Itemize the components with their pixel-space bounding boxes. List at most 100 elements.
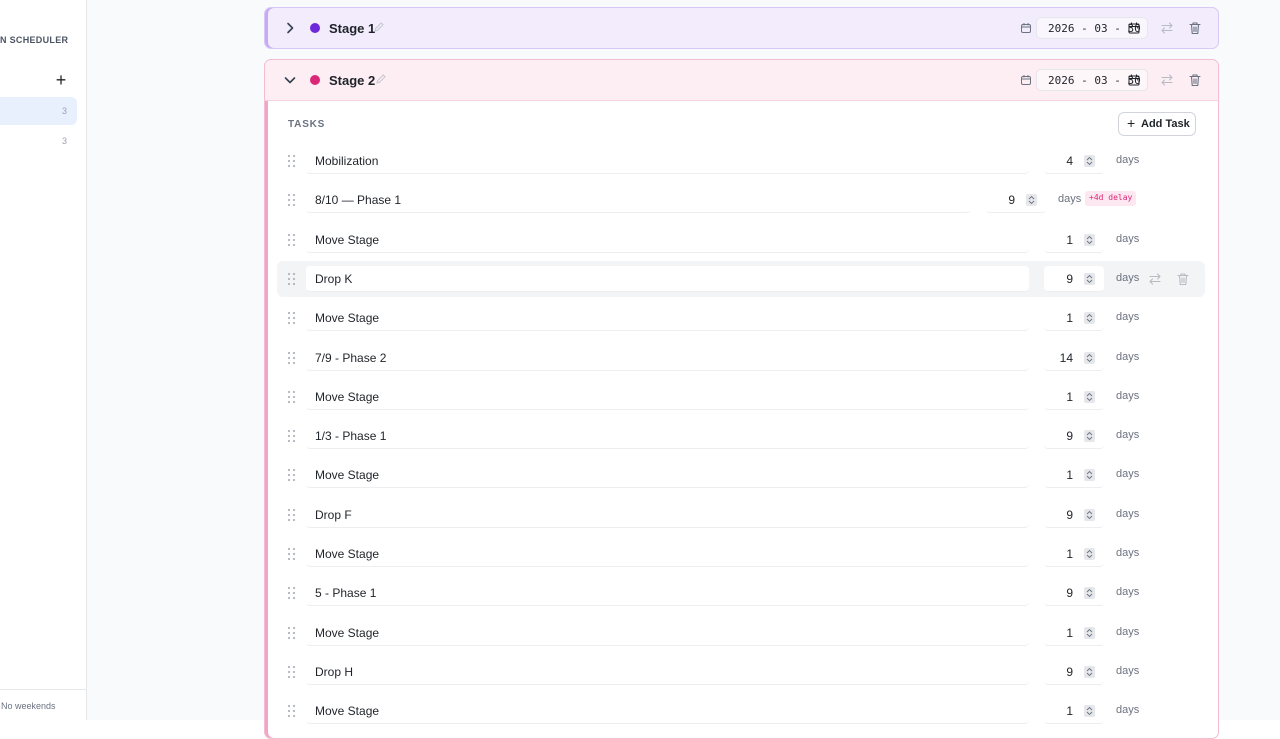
- duration-stepper[interactable]: [1084, 351, 1095, 364]
- task-duration-input[interactable]: 1: [1044, 619, 1104, 646]
- task-name: 8/10 — Phase 1: [315, 193, 402, 208]
- duration-stepper[interactable]: [1084, 705, 1095, 718]
- stage-color-dot: [310, 75, 320, 85]
- drag-handle-icon[interactable]: [287, 311, 296, 325]
- task-duration-input[interactable]: 9: [1044, 580, 1104, 607]
- drag-handle-icon[interactable]: [287, 429, 296, 443]
- drag-handle-icon[interactable]: [287, 233, 296, 247]
- pencil-icon[interactable]: [375, 73, 387, 85]
- chevron-right-icon[interactable]: [282, 20, 298, 36]
- task-row[interactable]: Move Stage 1 days: [277, 536, 1205, 572]
- task-duration-input[interactable]: 9: [1044, 265, 1104, 292]
- duration-stepper[interactable]: [1084, 155, 1095, 167]
- task-duration-input[interactable]: 1: [1044, 305, 1104, 332]
- stage-header[interactable]: Stage 1 2026 - 03 - 30: [265, 8, 1218, 48]
- task-name-input[interactable]: Drop K: [306, 265, 1029, 292]
- task-name-input[interactable]: Drop F: [306, 501, 1029, 528]
- stage-start-date[interactable]: 2026 - 03 - 30: [1036, 69, 1148, 91]
- duration-stepper[interactable]: [1084, 508, 1095, 521]
- task-name-input[interactable]: 1/3 - Phase 1: [306, 423, 1029, 450]
- task-duration-input[interactable]: 9: [1044, 501, 1104, 528]
- task-row[interactable]: Drop F 9 days: [277, 497, 1205, 533]
- duration-stepper[interactable]: [1084, 587, 1095, 600]
- task-name-input[interactable]: Move Stage: [306, 305, 1029, 332]
- task-duration-input[interactable]: 1: [1044, 226, 1104, 253]
- duration-stepper[interactable]: [1084, 272, 1095, 285]
- task-duration-input[interactable]: 4: [1044, 148, 1104, 174]
- task-row[interactable]: Move Stage 1 days: [277, 457, 1205, 493]
- drag-handle-icon[interactable]: [287, 547, 296, 561]
- task-duration-input[interactable]: 14: [1044, 344, 1104, 371]
- stage-title: Stage 2: [329, 73, 376, 88]
- task-duration-input[interactable]: 9: [1044, 423, 1104, 450]
- task-row[interactable]: Drop H 9 days: [277, 654, 1205, 690]
- task-name-input[interactable]: Mobilization: [306, 148, 1029, 174]
- task-row[interactable]: Move Stage 1 days: [277, 300, 1205, 336]
- weekends-setting[interactable]: No weekends: [1, 701, 56, 711]
- date-picker-icon[interactable]: [1128, 22, 1140, 34]
- add-project-button[interactable]: +: [52, 70, 70, 90]
- duration-stepper[interactable]: [1084, 430, 1095, 443]
- task-name-input[interactable]: Move Stage: [306, 383, 1029, 410]
- add-task-button[interactable]: + Add Task: [1118, 112, 1196, 136]
- duration-stepper[interactable]: [1084, 626, 1095, 639]
- stage-start-date[interactable]: 2026 - 03 - 30: [1036, 17, 1148, 39]
- swap-icon[interactable]: [1160, 73, 1174, 87]
- days-unit-label: days: [1116, 154, 1140, 166]
- date-picker-icon[interactable]: [1128, 74, 1140, 86]
- duration-stepper[interactable]: [1026, 194, 1037, 207]
- task-duration-input[interactable]: 1: [1044, 462, 1104, 489]
- task-row[interactable]: Drop K 9 days: [277, 260, 1205, 297]
- task-duration-input[interactable]: 1: [1044, 541, 1104, 567]
- stage-header[interactable]: Stage 2 2026 - 03 - 30: [265, 60, 1218, 101]
- task-row[interactable]: Mobilization 4 days: [277, 143, 1205, 179]
- sidebar-item-project-1[interactable]: 3: [0, 97, 77, 125]
- drag-handle-icon[interactable]: [287, 468, 296, 482]
- task-row[interactable]: 8/10 — Phase 1 9 days +4d delay: [277, 182, 1205, 218]
- task-name-input[interactable]: Move Stage: [306, 619, 1029, 646]
- drag-handle-icon[interactable]: [287, 193, 296, 207]
- chevron-down-icon[interactable]: [282, 72, 298, 88]
- task-row[interactable]: Move Stage 1 days: [277, 615, 1205, 651]
- task-name-input[interactable]: Move Stage: [306, 541, 1029, 567]
- drag-handle-icon[interactable]: [287, 351, 296, 365]
- task-duration-input[interactable]: 9: [1044, 658, 1104, 685]
- drag-handle-icon[interactable]: [287, 665, 296, 679]
- drag-handle-icon[interactable]: [287, 704, 296, 718]
- duration-stepper[interactable]: [1084, 469, 1095, 482]
- task-name-input[interactable]: Drop H: [306, 658, 1029, 685]
- task-row[interactable]: 7/9 - Phase 2 14 days: [277, 340, 1205, 376]
- trash-icon[interactable]: [1188, 73, 1202, 87]
- task-row[interactable]: Move Stage 1 days: [277, 222, 1205, 258]
- drag-handle-icon[interactable]: [287, 390, 296, 404]
- task-row[interactable]: 5 - Phase 1 9 days: [277, 575, 1205, 611]
- task-duration-input[interactable]: 9: [986, 187, 1046, 214]
- duration-stepper[interactable]: [1084, 312, 1095, 325]
- drag-handle-icon[interactable]: [287, 586, 296, 600]
- task-name-input[interactable]: Move Stage: [306, 462, 1029, 489]
- task-row[interactable]: Move Stage 1 days: [277, 379, 1205, 415]
- duration-stepper[interactable]: [1084, 665, 1095, 678]
- drag-handle-icon[interactable]: [287, 272, 296, 286]
- drag-handle-icon[interactable]: [287, 508, 296, 522]
- task-name-input[interactable]: Move Stage: [306, 226, 1029, 253]
- duration-stepper[interactable]: [1084, 233, 1095, 246]
- trash-icon[interactable]: [1176, 272, 1190, 286]
- pencil-icon[interactable]: [373, 21, 385, 33]
- task-duration-input[interactable]: 1: [1044, 383, 1104, 410]
- duration-stepper[interactable]: [1084, 390, 1095, 403]
- task-row[interactable]: Move Stage 1 days: [277, 693, 1205, 729]
- duration-stepper[interactable]: [1084, 548, 1095, 560]
- sidebar-item-project-2[interactable]: 3: [0, 127, 77, 155]
- swap-icon[interactable]: [1148, 272, 1162, 286]
- task-duration-input[interactable]: 1: [1044, 698, 1104, 725]
- task-name-input[interactable]: 8/10 — Phase 1: [306, 187, 971, 214]
- task-name-input[interactable]: Move Stage: [306, 698, 1029, 725]
- drag-handle-icon[interactable]: [287, 626, 296, 640]
- task-name-input[interactable]: 5 - Phase 1: [306, 580, 1029, 607]
- swap-icon[interactable]: [1160, 21, 1174, 35]
- trash-icon[interactable]: [1188, 21, 1202, 35]
- task-row[interactable]: 1/3 - Phase 1 9 days: [277, 418, 1205, 454]
- task-name-input[interactable]: 7/9 - Phase 2: [306, 344, 1029, 371]
- drag-handle-icon[interactable]: [287, 154, 296, 168]
